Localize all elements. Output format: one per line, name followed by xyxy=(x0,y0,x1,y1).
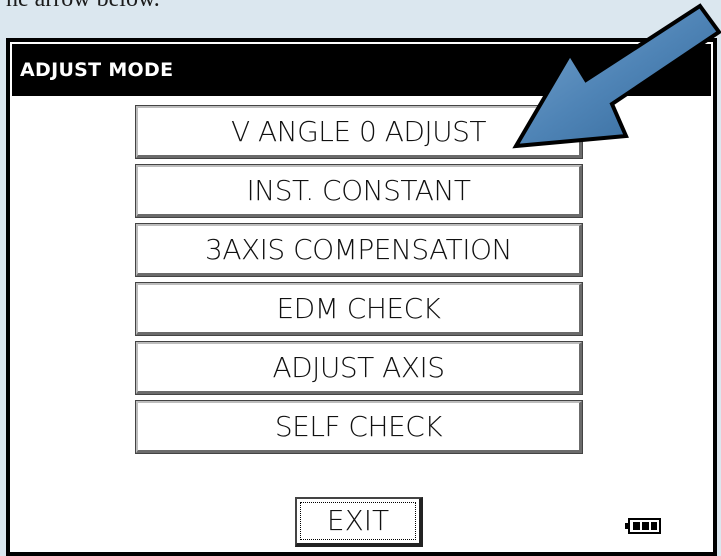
exit-button[interactable]: EXIT xyxy=(295,497,423,547)
adjust-mode-window: ADJUST MODE V ANGLE 0 ADJUST INST. CONST… xyxy=(6,38,717,556)
adjust-mode-panel: ADJUST MODE V ANGLE 0 ADJUST INST. CONST… xyxy=(10,42,713,552)
adjust-axis-button[interactable]: ADJUST AXIS xyxy=(135,341,583,395)
adjust-menu: V ANGLE 0 ADJUST INST. CONSTANT 3AXIS CO… xyxy=(135,105,583,460)
3axis-compensation-button[interactable]: 3AXIS COMPENSATION xyxy=(135,223,583,277)
v-angle-0-adjust-button[interactable]: V ANGLE 0 ADJUST xyxy=(135,105,583,159)
instruction-caption: he arrow below. xyxy=(6,0,160,13)
self-check-button[interactable]: SELF CHECK xyxy=(135,400,583,454)
inst-constant-button[interactable]: INST. CONSTANT xyxy=(135,164,583,218)
battery-icon xyxy=(625,518,661,534)
edm-check-button[interactable]: EDM CHECK xyxy=(135,282,583,336)
exit-button-label: EXIT xyxy=(300,502,416,540)
window-title: ADJUST MODE xyxy=(12,44,711,96)
